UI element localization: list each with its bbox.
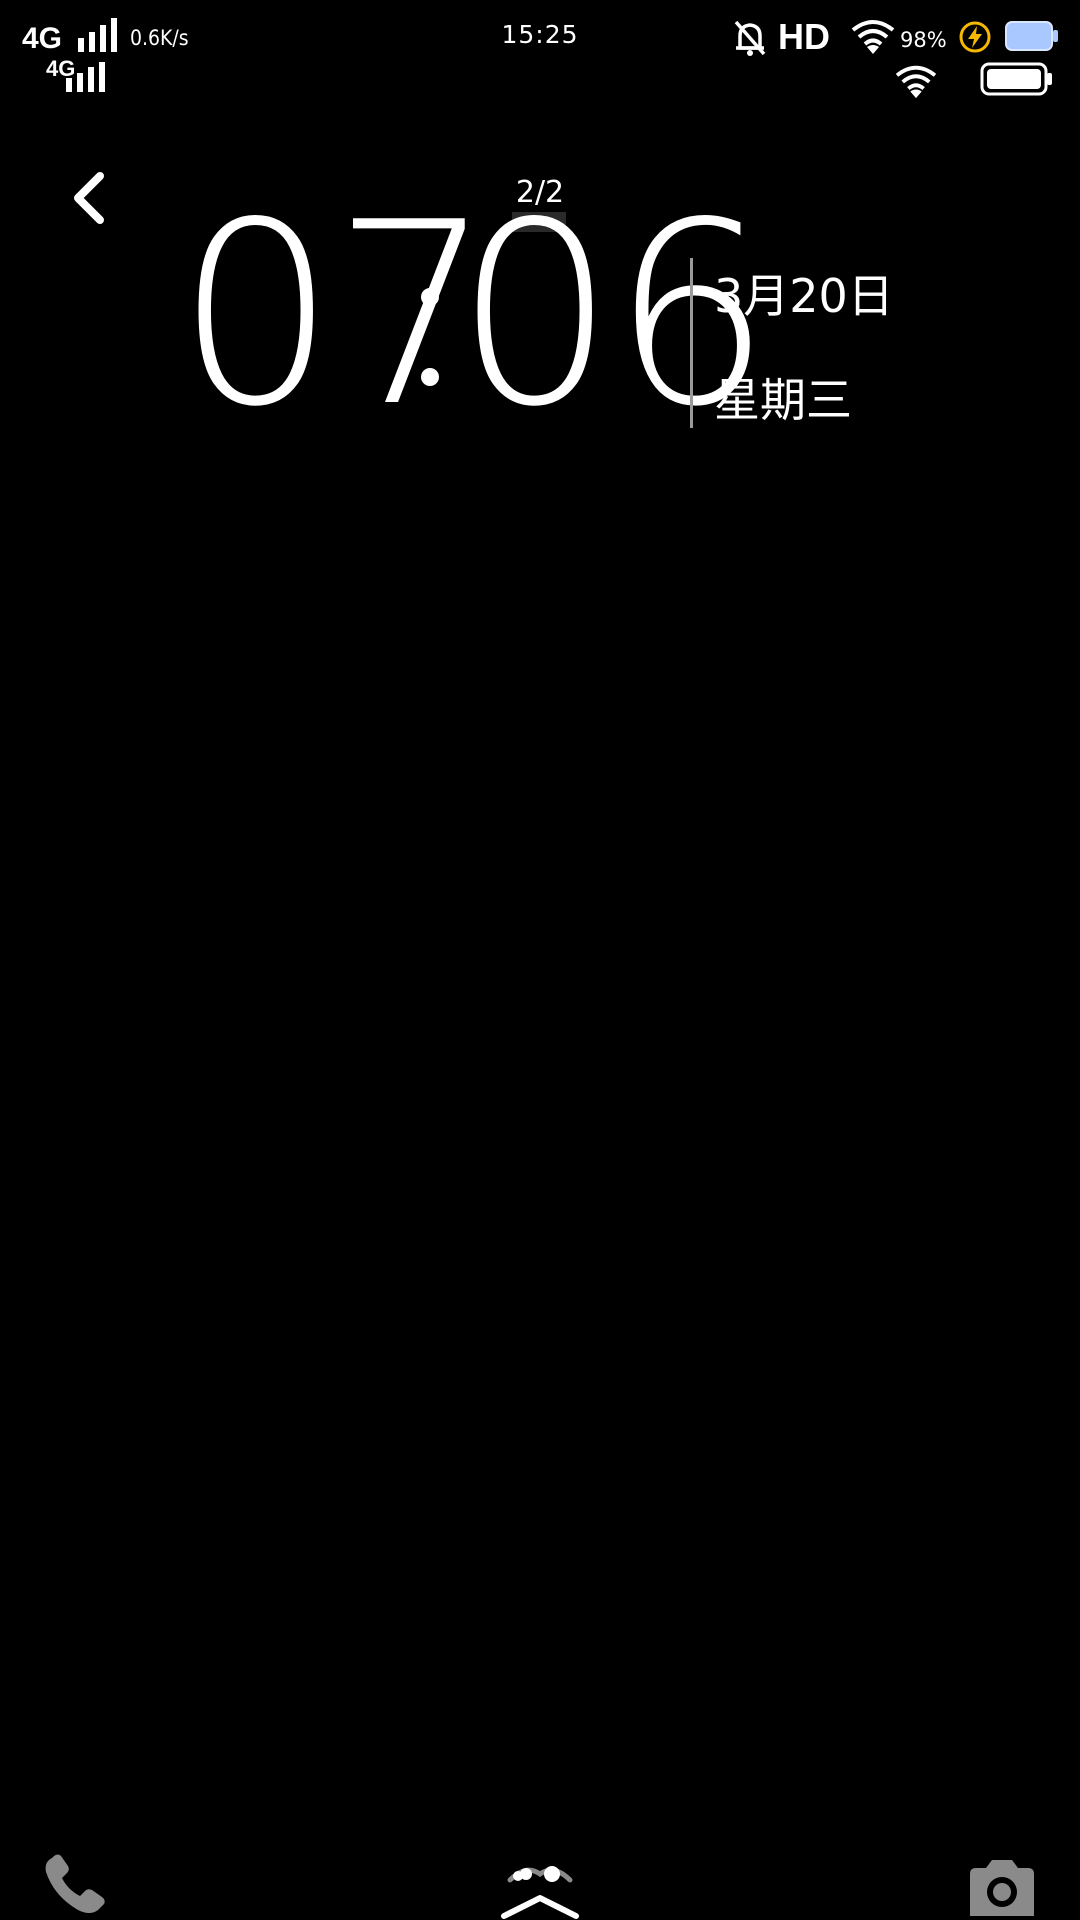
battery-icon: [1005, 21, 1058, 51]
back-arrow-icon[interactable]: [62, 168, 122, 228]
mute-bell-icon: [734, 20, 766, 56]
hd-label: HD: [778, 16, 830, 57]
clock-hours: 07: [176, 169, 493, 462]
clock-colon-dot-top: [421, 288, 439, 306]
weekday-label: 星期三: [714, 373, 852, 427]
status-right: HD 98%: [730, 14, 1060, 104]
signal-icon-sim2: [66, 62, 105, 92]
clock-colon-dot-bottom: [421, 368, 439, 386]
status-bar: 4G 0.6K/s 4G 15:25 HD 98%: [0, 0, 1080, 110]
camera-icon[interactable]: [966, 1852, 1038, 1920]
battery-percent: 98%: [900, 28, 947, 52]
clock-divider: [690, 258, 693, 428]
lock-screen: 4G 0.6K/s 4G 15:25 HD 98% 2/2 07 06 3月20…: [0, 0, 1080, 1920]
wifi-icon-secondary: [895, 65, 937, 99]
unlock-arrow-icon[interactable]: [496, 1856, 584, 1920]
charging-icon: [959, 21, 991, 53]
battery-icon-secondary: [980, 62, 1052, 96]
phone-icon[interactable]: [40, 1852, 116, 1920]
wifi-icon: [851, 20, 895, 54]
date-label: 3月20日: [714, 269, 894, 323]
